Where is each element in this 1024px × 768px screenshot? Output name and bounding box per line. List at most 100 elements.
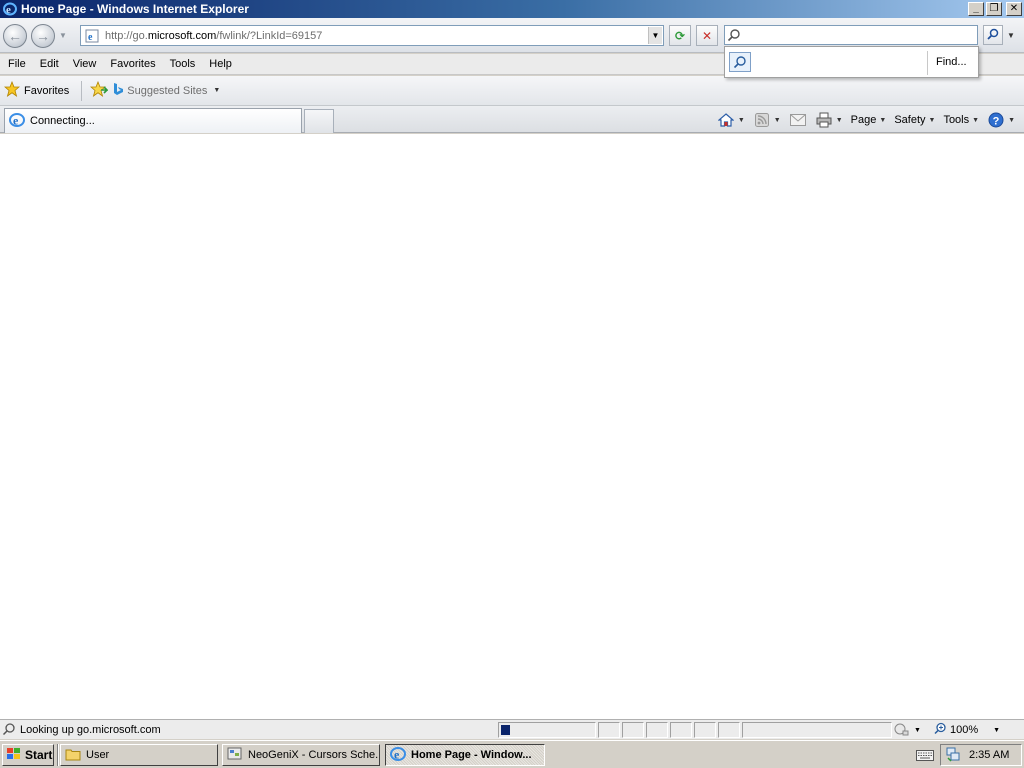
new-tab-button[interactable] bbox=[304, 109, 334, 133]
refresh-button[interactable]: ⟳ bbox=[669, 25, 691, 46]
ie-tab-icon: e bbox=[9, 112, 25, 131]
page-menu-label: Page bbox=[850, 114, 877, 126]
security-zone-cell bbox=[742, 722, 892, 738]
tab-connecting[interactable]: e Connecting... bbox=[4, 108, 302, 133]
stop-icon: ✕ bbox=[701, 28, 713, 43]
zoom-control[interactable]: 100% ▼ bbox=[934, 722, 1014, 738]
page-caret-icon: ▼ bbox=[879, 116, 887, 124]
restore-button[interactable]: ❐ bbox=[986, 2, 1002, 16]
url-domain: microsoft.com bbox=[147, 29, 217, 42]
page-content[interactable] bbox=[0, 134, 1024, 719]
search-icon bbox=[987, 28, 999, 43]
read-mail-button[interactable] bbox=[786, 110, 810, 130]
title-bar[interactable]: e Home Page - Windows Internet Explorer … bbox=[0, 0, 1024, 18]
svg-text:e: e bbox=[88, 32, 93, 43]
folder-icon bbox=[65, 747, 81, 764]
status-bar: Looking up go.microsoft.com ▼ 100% ▼ bbox=[0, 719, 1024, 739]
menu-edit[interactable]: Edit bbox=[35, 58, 64, 70]
svg-text:e: e bbox=[6, 4, 11, 16]
help-caret-icon: ▼ bbox=[1008, 116, 1015, 124]
network-icon[interactable] bbox=[945, 746, 961, 765]
taskbar-button-label: NeoGeniX - Cursors Sche... bbox=[248, 749, 380, 761]
window-title: Home Page - Windows Internet Explorer bbox=[21, 2, 249, 16]
print-button[interactable]: ▼ bbox=[812, 110, 846, 130]
start-button[interactable]: Start bbox=[2, 744, 54, 766]
clock[interactable]: 2:35 AM bbox=[969, 749, 1009, 761]
taskbar-button-label: User bbox=[86, 749, 110, 761]
bing-icon bbox=[112, 82, 124, 99]
help-icon: ? bbox=[987, 111, 1005, 129]
forward-arrow-icon: → bbox=[36, 28, 50, 44]
taskbar-button-label: Home Page - Window... bbox=[411, 749, 532, 761]
page-menu-button[interactable]: Page ▼ bbox=[848, 110, 890, 130]
stop-button[interactable]: ✕ bbox=[696, 25, 718, 46]
taskbar-button-ie[interactable]: e Home Page - Window... bbox=[385, 744, 545, 766]
search-button[interactable] bbox=[983, 25, 1003, 45]
address-dropdown-button[interactable]: ▼ bbox=[648, 27, 662, 44]
zoom-icon bbox=[934, 722, 947, 738]
safety-menu-button[interactable]: Safety ▼ bbox=[891, 110, 938, 130]
feeds-caret-icon[interactable]: ▼ bbox=[774, 117, 781, 124]
looking-up-icon bbox=[2, 722, 16, 739]
help-menu-button[interactable]: ? ▼ bbox=[984, 110, 1018, 130]
search-suggestions-popup: Find... bbox=[724, 46, 979, 78]
protected-mode-button[interactable]: ▼ bbox=[894, 722, 932, 738]
status-text-area: Looking up go.microsoft.com bbox=[2, 722, 496, 738]
print-caret-icon[interactable]: ▼ bbox=[836, 117, 843, 124]
safety-menu-label: Safety bbox=[894, 114, 926, 126]
back-button[interactable]: ← bbox=[3, 24, 27, 48]
menu-file[interactable]: File bbox=[3, 58, 31, 70]
suggested-sites-button[interactable]: Suggested Sites ▼ bbox=[112, 82, 220, 99]
feeds-button[interactable]: ▼ bbox=[750, 110, 784, 130]
keyboard-icon[interactable] bbox=[916, 748, 934, 762]
menu-help[interactable]: Help bbox=[204, 58, 237, 70]
tab-title: Connecting... bbox=[30, 115, 95, 127]
favorites-label: Favorites bbox=[24, 84, 70, 97]
zoom-caret-icon: ▼ bbox=[993, 726, 1001, 734]
status-cell bbox=[670, 722, 692, 738]
search-box[interactable] bbox=[724, 25, 978, 45]
page-icon: e bbox=[83, 27, 101, 44]
url-text[interactable]: http://go.microsoft.com/fwlink/?LinkId=6… bbox=[101, 30, 648, 42]
forward-button[interactable]: → bbox=[31, 24, 55, 48]
popup-divider bbox=[927, 51, 928, 75]
safety-caret-icon: ▼ bbox=[928, 116, 936, 124]
svg-text:e: e bbox=[394, 747, 400, 761]
search-options-dropdown[interactable]: ▼ bbox=[1004, 25, 1018, 45]
home-button[interactable]: ▼ bbox=[714, 110, 748, 130]
chevron-down-icon: ▼ bbox=[213, 87, 221, 94]
status-text: Looking up go.microsoft.com bbox=[20, 724, 161, 736]
menu-favorites[interactable]: Favorites bbox=[105, 58, 160, 70]
star-icon bbox=[3, 80, 21, 100]
status-cell bbox=[622, 722, 644, 738]
back-arrow-icon: ← bbox=[8, 28, 22, 44]
taskbar-button-user[interactable]: User bbox=[60, 744, 218, 766]
internet-explorer-icon: e bbox=[2, 1, 18, 17]
close-button[interactable]: ✕ bbox=[1006, 2, 1022, 16]
home-caret-icon[interactable]: ▼ bbox=[738, 117, 745, 124]
magnifier-icon bbox=[725, 26, 743, 44]
system-tray: 2:35 AM bbox=[940, 744, 1022, 766]
svg-text:e: e bbox=[13, 113, 19, 127]
add-to-favorites-bar-button[interactable] bbox=[88, 80, 110, 101]
taskbar: Start User NeoGeniX - Cursors Sche... e … bbox=[0, 740, 1024, 768]
tools-menu-button[interactable]: Tools ▼ bbox=[940, 110, 982, 130]
menu-tools[interactable]: Tools bbox=[165, 58, 201, 70]
address-bar[interactable]: e http://go.microsoft.com/fwlink/?LinkId… bbox=[80, 25, 664, 46]
command-bar: ▼ ▼ ▼ Page ▼ Safety ▼ Tools ▼ ? ▼ bbox=[714, 110, 1018, 130]
rss-feed-icon bbox=[753, 111, 771, 129]
favorites-button[interactable]: Favorites bbox=[3, 80, 70, 100]
progress-bar bbox=[498, 722, 596, 738]
suggested-sites-label: Suggested Sites bbox=[127, 84, 208, 97]
taskbar-button-neogenix[interactable]: NeoGeniX - Cursors Sche... bbox=[222, 744, 380, 766]
minimize-button[interactable]: _ bbox=[968, 2, 984, 16]
svg-text:?: ? bbox=[993, 115, 1000, 127]
recent-pages-dropdown[interactable]: ▼ bbox=[59, 31, 67, 40]
add-favorite-icon bbox=[90, 80, 110, 100]
menu-view[interactable]: View bbox=[68, 58, 102, 70]
tools-caret-icon: ▼ bbox=[972, 116, 980, 124]
protected-mode-icon bbox=[894, 722, 910, 738]
url-prefix: http://go. bbox=[105, 29, 148, 42]
find-on-page-button[interactable]: Find... bbox=[936, 56, 967, 68]
search-provider-icon[interactable] bbox=[729, 52, 751, 72]
